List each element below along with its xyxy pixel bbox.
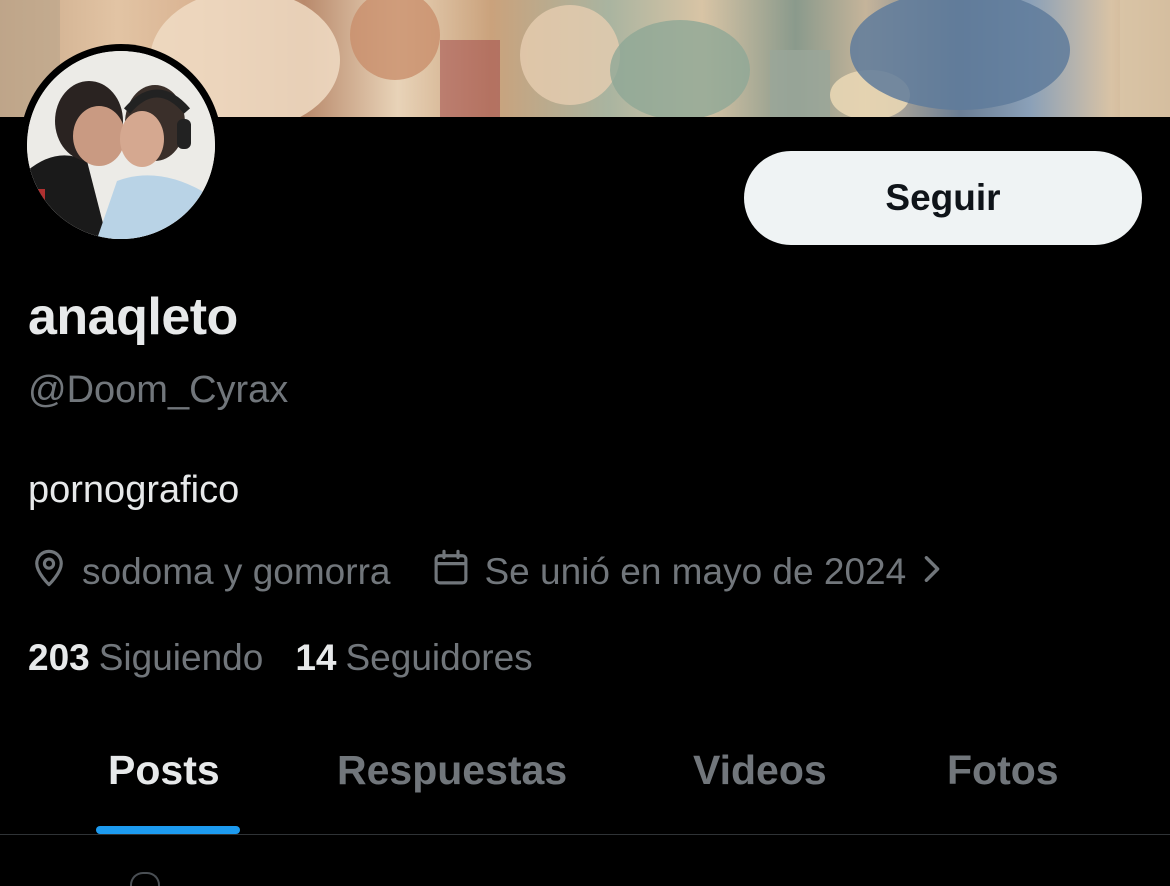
tab-posts[interactable]: Posts	[108, 742, 220, 798]
user-handle: @Doom_Cyrax	[28, 369, 289, 411]
followers-link[interactable]: 14 Seguidores	[295, 637, 532, 679]
followers-count: 14	[295, 637, 337, 678]
next-post-avatar-peek	[130, 872, 160, 886]
tab-fotos[interactable]: Fotos	[947, 742, 1059, 798]
active-tab-indicator	[96, 826, 240, 834]
tab-divider	[0, 834, 1170, 835]
tab-respuestas[interactable]: Respuestas	[337, 742, 567, 798]
following-link[interactable]: 203 Siguiendo	[28, 637, 263, 679]
following-count: 203	[28, 637, 90, 678]
joined-date-item[interactable]: Se unió en mayo de 2024	[430, 547, 944, 598]
profile-avatar[interactable]	[20, 44, 222, 246]
joined-date-text: Se unió en mayo de 2024	[484, 551, 907, 592]
avatar-photo	[27, 51, 215, 239]
tab-videos[interactable]: Videos	[693, 742, 827, 798]
location-pin-icon	[28, 547, 70, 598]
location-text: sodoma y gomorra	[82, 551, 391, 592]
profile-meta: sodoma y gomorra Se unió en mayo de 2024	[28, 547, 944, 597]
following-label: Siguiendo	[98, 637, 264, 678]
calendar-icon	[430, 547, 472, 598]
profile-bio: pornografico	[28, 469, 240, 511]
followers-label: Seguidores	[345, 637, 533, 678]
follow-button[interactable]: Seguir	[744, 151, 1142, 245]
follow-stats: 203 Siguiendo 14 Seguidores	[28, 633, 533, 683]
display-name: anaqleto	[28, 288, 238, 346]
chevron-right-icon	[920, 551, 944, 593]
location-item: sodoma y gomorra	[28, 547, 390, 598]
